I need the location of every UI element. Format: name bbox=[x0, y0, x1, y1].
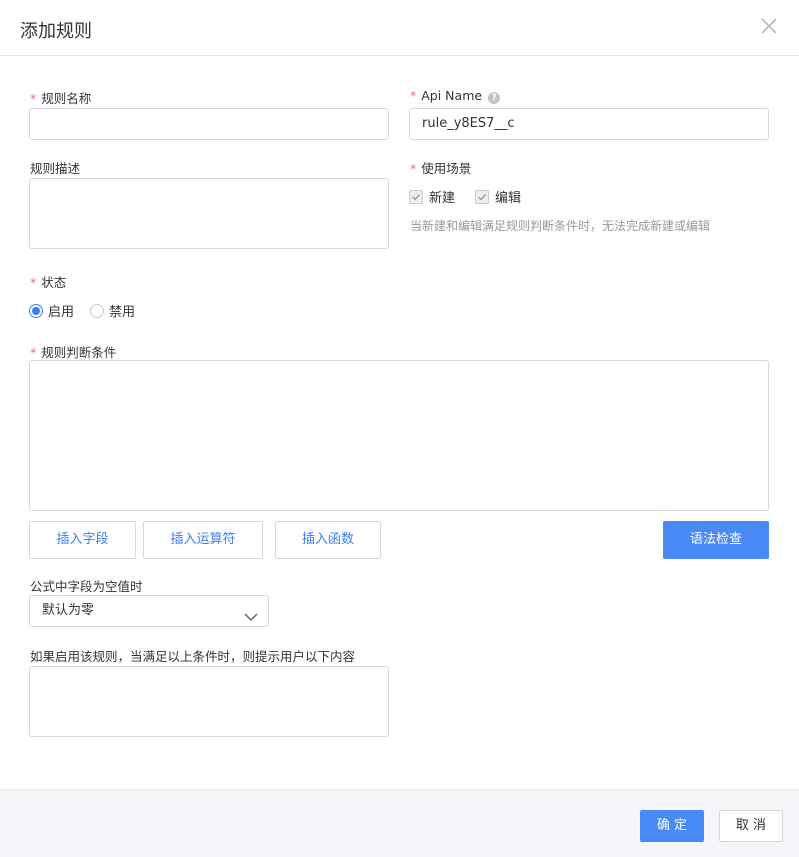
status-enabled-label: 启用 bbox=[48, 305, 75, 320]
status-disabled-radio[interactable] bbox=[90, 303, 105, 318]
chevron-down-icon bbox=[244, 605, 258, 635]
condition-label: * 规则判断条件 bbox=[30, 342, 116, 361]
insert-function-button[interactable]: 插入函数 bbox=[275, 521, 381, 559]
usage-hint: 当新建和编辑满足规则判断条件时，无法完成新建或编辑 bbox=[410, 219, 711, 233]
message-textarea[interactable] bbox=[29, 666, 389, 737]
required-mark: * bbox=[410, 161, 417, 176]
required-mark: * bbox=[30, 345, 37, 360]
condition-textarea[interactable] bbox=[29, 360, 769, 511]
required-mark: * bbox=[410, 88, 417, 103]
api-name-label-text: Api Name bbox=[421, 88, 483, 103]
dialog-footer: 确 定 取 消 bbox=[0, 789, 799, 857]
required-mark: * bbox=[30, 91, 37, 106]
confirm-button[interactable]: 确 定 bbox=[640, 810, 704, 842]
status-radio-group: 启用 禁用 bbox=[29, 301, 151, 320]
insert-operator-button[interactable]: 插入运算符 bbox=[143, 521, 263, 559]
insert-field-button[interactable]: 插入字段 bbox=[29, 521, 136, 559]
dialog-header: 添加规则 bbox=[0, 0, 799, 56]
close-icon[interactable] bbox=[759, 16, 779, 36]
syntax-check-button[interactable]: 语法检查 bbox=[663, 521, 769, 559]
usage-label: * 使用场景 bbox=[410, 158, 471, 177]
condition-label-text: 规则判断条件 bbox=[41, 345, 117, 360]
description-label: 规则描述 bbox=[30, 161, 81, 176]
rule-name-label-text: 规则名称 bbox=[41, 91, 92, 106]
status-label: * 状态 bbox=[30, 272, 66, 291]
empty-field-selected-value: 默认为零 bbox=[42, 603, 95, 618]
usage-edit-checkbox[interactable] bbox=[475, 189, 490, 204]
api-name-input[interactable]: rule_y8ES7__c bbox=[409, 108, 769, 140]
help-icon[interactable]: ? bbox=[488, 92, 501, 104]
status-enabled-radio[interactable] bbox=[29, 303, 43, 318]
description-textarea[interactable] bbox=[29, 178, 389, 249]
dialog-title: 添加规则 bbox=[20, 21, 92, 42]
status-label-text: 状态 bbox=[41, 275, 67, 290]
rule-name-input[interactable] bbox=[29, 108, 389, 140]
required-mark: * bbox=[30, 275, 37, 290]
usage-label-text: 使用场景 bbox=[421, 161, 472, 176]
usage-create-label: 新建 bbox=[429, 191, 456, 206]
usage-edit-label: 编辑 bbox=[495, 191, 522, 206]
status-disabled-label: 禁用 bbox=[109, 305, 136, 320]
empty-field-select[interactable]: 默认为零 bbox=[29, 595, 269, 627]
message-label: 如果启用该规则，当满足以上条件时，则提示用户以下内容 bbox=[30, 649, 356, 664]
rule-name-label: * 规则名称 bbox=[30, 88, 91, 107]
usage-checkbox-group: 新建 编辑 bbox=[409, 187, 541, 206]
empty-field-label: 公式中字段为空值时 bbox=[30, 579, 143, 594]
api-name-label: * Api Name? bbox=[410, 88, 501, 104]
cancel-button[interactable]: 取 消 bbox=[719, 810, 783, 842]
usage-create-checkbox[interactable] bbox=[409, 189, 423, 204]
